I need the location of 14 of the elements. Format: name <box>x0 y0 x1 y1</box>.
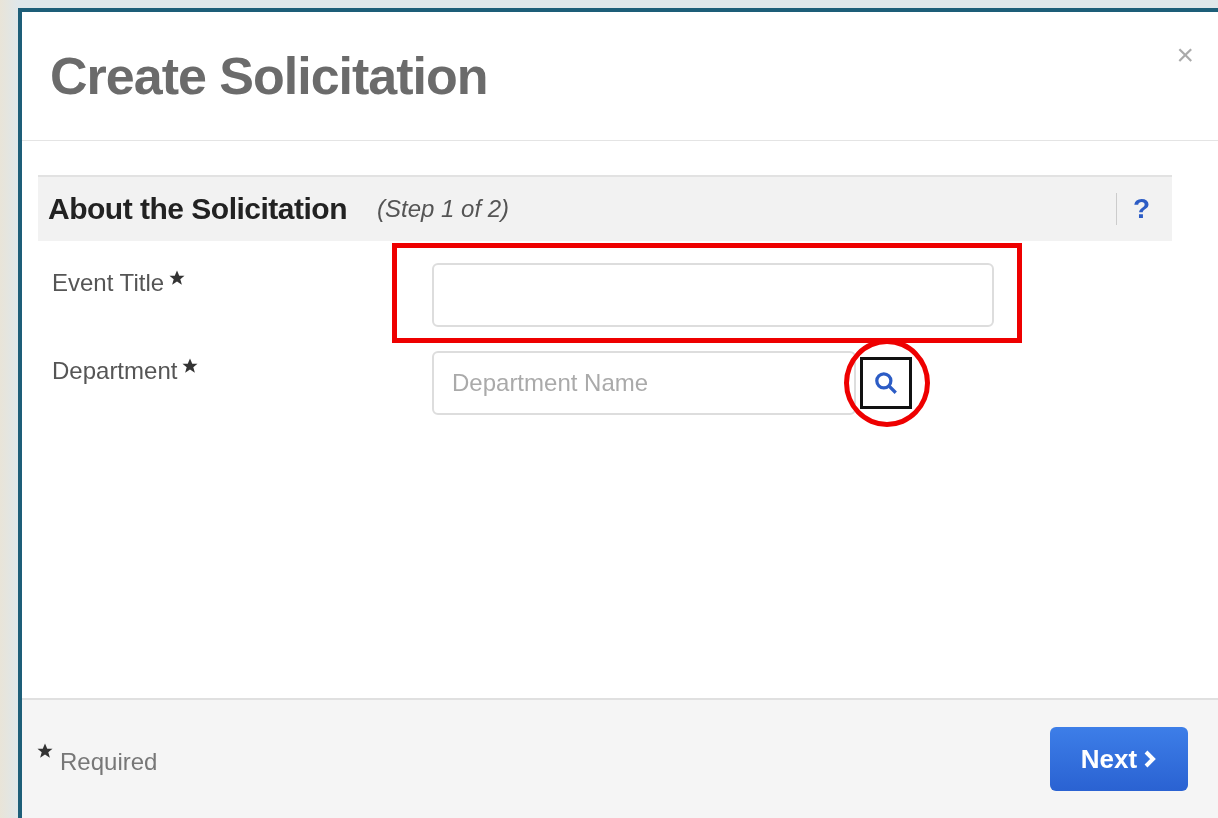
section-title: About the Solicitation <box>48 192 347 226</box>
dialog-title: Create Solicitation <box>50 46 488 106</box>
text-field[interactable] <box>432 263 994 327</box>
field-label: Department <box>52 357 178 385</box>
field-label: Event Title <box>52 269 165 297</box>
help-link[interactable]: ? <box>1115 193 1150 225</box>
search-button[interactable] <box>860 357 912 409</box>
required-legend: Required <box>60 748 158 776</box>
step-indicator: (Step 1 of 2) <box>377 195 511 223</box>
chevron-icon <box>1143 750 1158 768</box>
search-icon <box>873 370 899 396</box>
department-field[interactable]: Department Name <box>432 351 856 415</box>
next-button[interactable]: Next <box>1050 727 1188 791</box>
star-icon <box>36 742 54 760</box>
